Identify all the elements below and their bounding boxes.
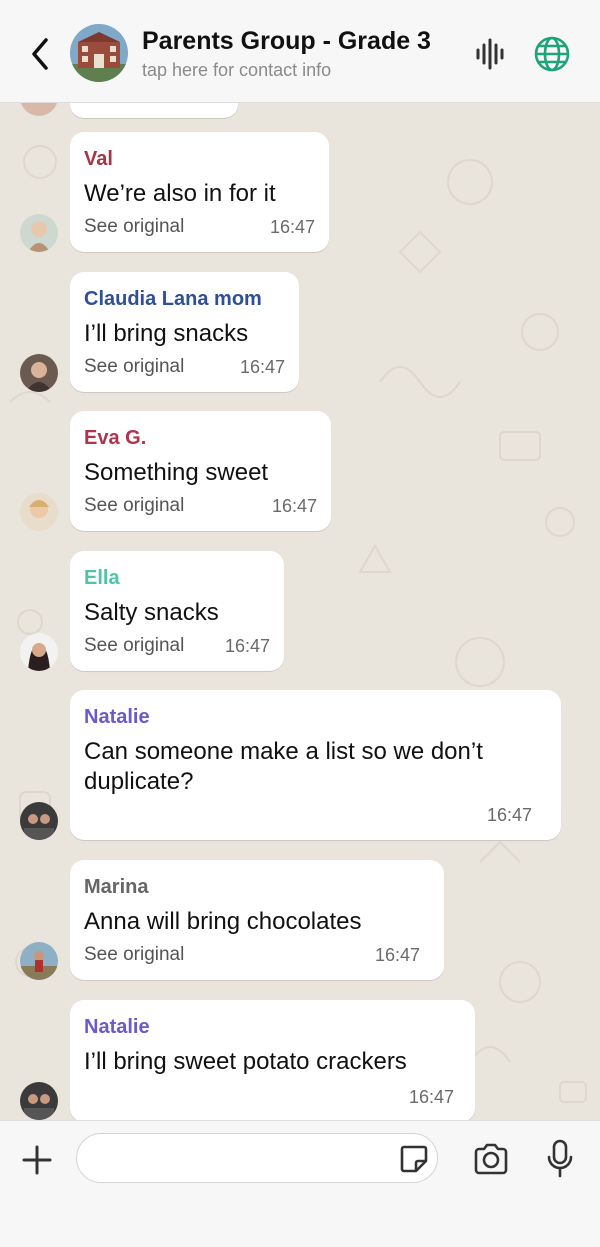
chat-subtitle[interactable]: tap here for contact info (142, 60, 331, 81)
avatar[interactable] (20, 802, 58, 840)
chat-header[interactable]: Parents Group - Grade 3 tap here for con… (0, 0, 600, 103)
sender-name[interactable]: Marina (84, 876, 148, 899)
message-bubble-partial[interactable] (70, 102, 238, 118)
avatar[interactable] (20, 354, 58, 392)
message-text: Salty snacks (84, 599, 219, 626)
sender-name[interactable]: Natalie (84, 706, 150, 729)
message-time: 16:47 (486, 805, 532, 825)
message-bubble[interactable]: Marina Anna will bring chocolates See or… (70, 860, 444, 980)
message-text: Anna will bring chocolates (84, 908, 362, 935)
sender-name[interactable]: Eva G. (84, 427, 146, 450)
camera-icon[interactable] (472, 1141, 510, 1177)
message-time: 16:47 (224, 636, 270, 656)
phone-screen: Parents Group - Grade 3 tap here for con… (0, 0, 600, 1247)
message-bubble[interactable]: Claudia Lana mom I’ll bring snacks See o… (70, 272, 299, 392)
sender-name[interactable]: Ella (84, 567, 120, 590)
message-time: 16:47 (269, 217, 315, 237)
see-original-link[interactable]: See original (84, 635, 184, 657)
message-list[interactable]: Val We’re also in for it See original 16… (0, 102, 600, 1120)
message-text: I’ll bring snacks (84, 320, 249, 347)
message-time: 16:47 (239, 357, 285, 377)
message-text: duplicate? (84, 768, 194, 795)
sender-name[interactable]: Val (84, 148, 113, 171)
message-bubble[interactable]: Eva G. Something sweet See original 16:4… (70, 411, 331, 531)
mic-icon[interactable] (546, 1139, 574, 1179)
back-chevron-icon[interactable] (26, 36, 56, 72)
voice-waveform-icon[interactable] (472, 36, 508, 72)
message-time: 16:47 (408, 1087, 454, 1107)
avatar[interactable] (20, 1082, 58, 1120)
message-text: We’re also in for it (84, 180, 276, 207)
see-original-link[interactable]: See original (84, 944, 184, 966)
message-text: Something sweet (84, 459, 269, 486)
avatar[interactable] (20, 493, 58, 531)
avatar[interactable] (20, 633, 58, 671)
avatar[interactable] (20, 214, 58, 252)
message-input[interactable] (76, 1133, 438, 1183)
group-avatar[interactable] (70, 24, 128, 82)
message-bubble[interactable]: Val We’re also in for it See original 16… (70, 132, 329, 252)
sticker-icon[interactable] (398, 1143, 430, 1175)
message-input-bar (0, 1120, 600, 1247)
message-bubble[interactable]: Ella Salty snacks See original 16:47 (70, 551, 284, 671)
sender-name[interactable]: Natalie (84, 1016, 150, 1039)
see-original-link[interactable]: See original (84, 495, 184, 517)
message-text: I’ll bring sweet potato crackers (84, 1048, 407, 1075)
message-bubble[interactable]: Natalie Can someone make a list so we do… (70, 690, 561, 840)
message-bubble[interactable]: Natalie I’ll bring sweet potato crackers… (70, 1000, 475, 1120)
chat-title[interactable]: Parents Group - Grade 3 (142, 27, 431, 56)
message-text: Can someone make a list so we don’t (84, 738, 483, 765)
avatar[interactable] (20, 942, 58, 980)
sender-name[interactable]: Claudia Lana mom (84, 288, 262, 311)
see-original-link[interactable]: See original (84, 216, 184, 238)
see-original-link[interactable]: See original (84, 356, 184, 378)
message-time: 16:47 (374, 945, 420, 965)
message-time: 16:47 (271, 496, 317, 516)
plus-icon[interactable] (20, 1143, 54, 1177)
globe-icon[interactable] (532, 34, 572, 74)
